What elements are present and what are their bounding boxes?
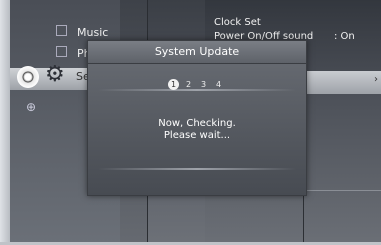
- left-frame: [0, 0, 10, 245]
- selected-setting-row[interactable]: [300, 71, 381, 94]
- chevron-right-icon: ›: [374, 74, 378, 85]
- photo-icon: [56, 46, 67, 57]
- clock-set-item[interactable]: Clock Set: [214, 17, 261, 28]
- gear-icon: ⚙: [45, 62, 65, 87]
- step-1: 1: [168, 79, 179, 90]
- dialog-title: System Update: [88, 41, 306, 64]
- divider-vertical: [303, 190, 304, 245]
- system-update-dialog: System Update 1 2 3 4 Now, Checking. Ple…: [87, 40, 307, 196]
- divider: [98, 168, 296, 170]
- progress-steps: 1 2 3 4: [168, 79, 224, 90]
- step-4: 4: [215, 80, 222, 89]
- power-sound-value: : On: [334, 31, 355, 42]
- step-2: 2: [185, 80, 192, 89]
- globe-icon: ⊕: [26, 100, 37, 114]
- step-3: 3: [200, 80, 207, 89]
- wait-message: Please wait...: [163, 130, 231, 141]
- music-icon: [56, 25, 67, 36]
- tv-menu-screen: ⚙ Se Music Ph ⊕ Clock Set Power On/Off s…: [0, 0, 381, 245]
- menu-item-music[interactable]: Music: [77, 26, 108, 39]
- disc-icon: [17, 66, 39, 88]
- status-message: Now, Checking.: [158, 118, 236, 129]
